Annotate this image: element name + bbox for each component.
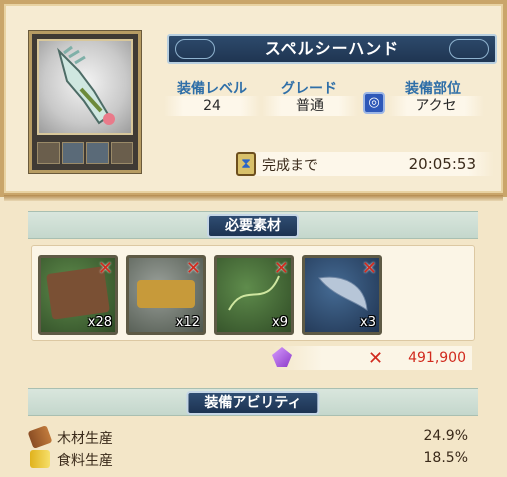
ability-value: 24.9%	[423, 428, 468, 444]
missing-cross-icon: ✕	[361, 258, 377, 279]
socket-slot	[110, 142, 133, 164]
item-name-banner: スペルシーハンド	[167, 34, 497, 64]
banner-ornament	[449, 39, 489, 59]
ability-row: 木材生産 24.9%	[27, 425, 475, 449]
grade-label: グレード	[281, 81, 337, 97]
level-label: 装備レベル	[177, 81, 247, 97]
material-quantity: x12	[175, 315, 200, 330]
cost-value: 491,900	[408, 350, 466, 366]
food-icon	[30, 450, 50, 468]
socket-slot	[61, 142, 84, 164]
ability-label: 木材生産	[57, 431, 113, 447]
item-image	[37, 39, 133, 135]
grade-value: 普通	[262, 96, 358, 116]
material-quantity: x28	[87, 315, 112, 330]
item-info-card: スペルシーハンド 装備レベル 24 グレード 普通 ◎ 装備部位 アクセ ⧗ 完…	[0, 0, 507, 201]
material-quantity: x3	[360, 315, 376, 330]
abilities-header-bar: 装備アビリティ	[28, 388, 478, 416]
material-quantity: x9	[272, 315, 288, 330]
glove-icon	[57, 45, 115, 125]
timer-value: 20:05:53	[408, 155, 476, 173]
insufficient-cross-icon: ✕	[368, 348, 384, 369]
level-value: 24	[164, 96, 260, 116]
item-name: スペルシーハンド	[264, 39, 400, 58]
materials-panel: ✕ x28 ✕ x12 ✕ x9 ✕ x3	[31, 245, 475, 341]
missing-cross-icon: ✕	[273, 258, 289, 279]
materials-header-bar: 必要素材	[28, 211, 478, 239]
slot-label: 装備部位	[405, 81, 461, 97]
materials-header: 必要素材	[207, 214, 299, 238]
socket-slots	[37, 142, 133, 164]
material-slot[interactable]: ✕ x28	[38, 255, 118, 335]
ability-row: 食料生産 18.5%	[30, 450, 475, 470]
ring-icon: ◎	[363, 92, 385, 114]
cost-row: ✕ 491,900	[272, 346, 472, 370]
hourglass-icon: ⧗	[236, 152, 256, 176]
wood-icon	[27, 425, 53, 449]
ability-label: 食料生産	[57, 453, 113, 469]
item-portrait	[29, 31, 141, 173]
slot-value: アクセ	[388, 96, 484, 116]
crystal-icon	[272, 347, 292, 367]
timer-row: ⧗ 完成まで 20:05:53	[236, 152, 494, 176]
socket-slot	[37, 142, 60, 164]
material-slot[interactable]: ✕ x12	[126, 255, 206, 335]
abilities-header: 装備アビリティ	[186, 391, 320, 415]
banner-ornament	[175, 39, 215, 59]
timer-label: 完成まで	[262, 158, 318, 174]
material-slot[interactable]: ✕ x3	[302, 255, 382, 335]
socket-slot	[86, 142, 109, 164]
missing-cross-icon: ✕	[97, 258, 113, 279]
comb-icon	[137, 280, 195, 308]
missing-cross-icon: ✕	[185, 258, 201, 279]
ability-value: 18.5%	[423, 450, 468, 466]
material-slot[interactable]: ✕ x9	[214, 255, 294, 335]
